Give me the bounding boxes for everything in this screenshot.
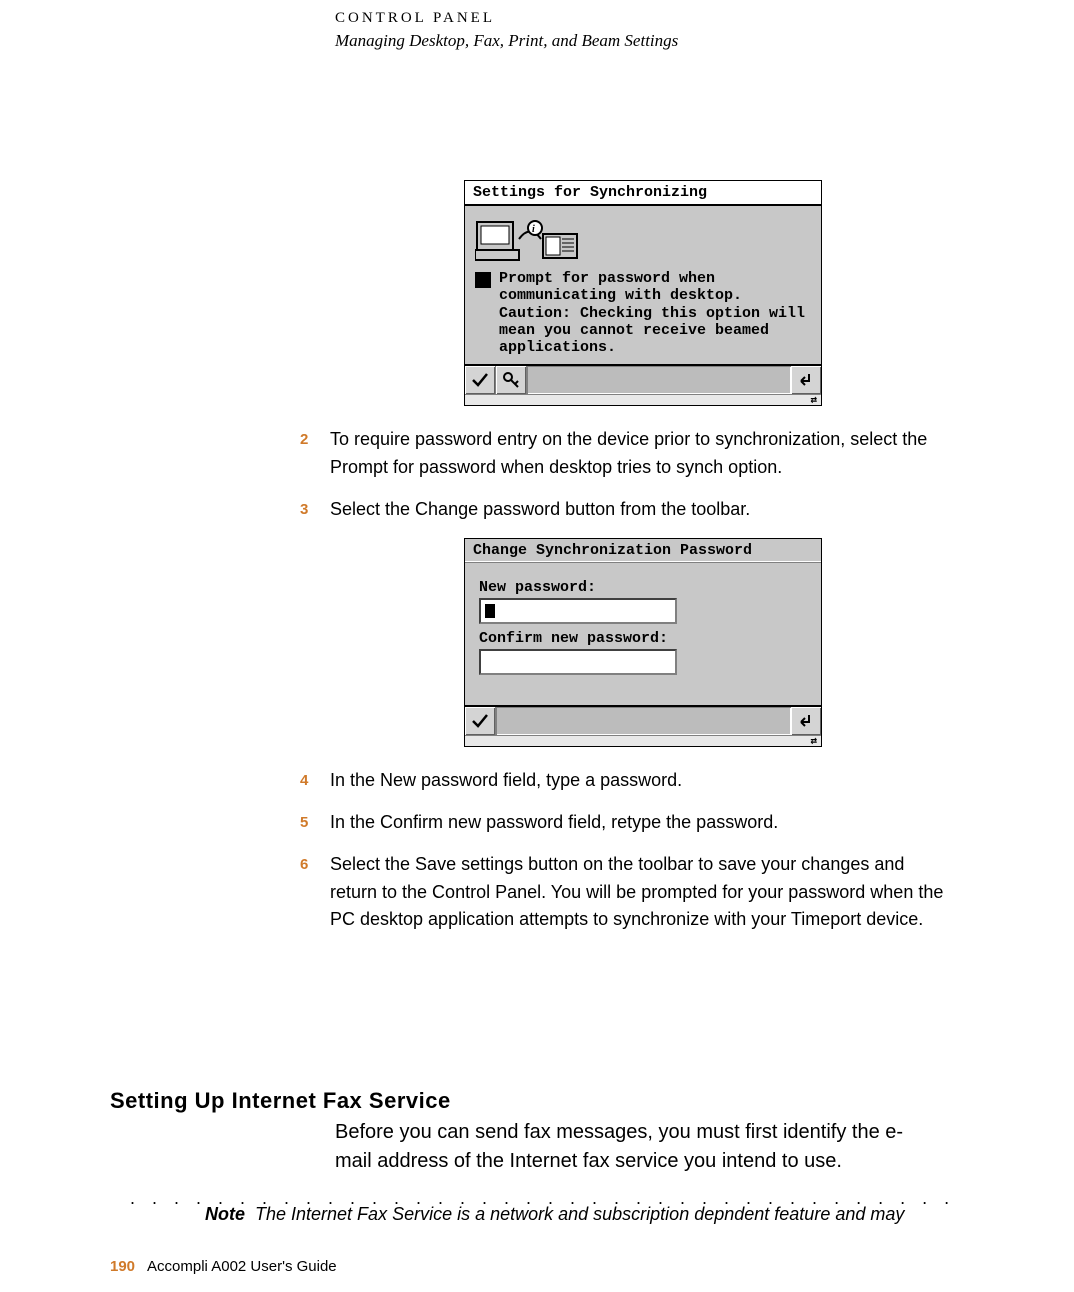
step-text: Select the Change password button from t… bbox=[330, 496, 950, 524]
dialog-toolbar bbox=[465, 364, 821, 394]
page-footer: 190 Accompli A002 User's Guide bbox=[110, 1258, 337, 1275]
step-text: In the New password field, type a passwo… bbox=[330, 767, 950, 795]
section-body: Before you can send fax messages, you mu… bbox=[335, 1118, 925, 1176]
key-icon bbox=[502, 371, 520, 389]
step-number: 4 bbox=[300, 767, 330, 795]
prompt-password-label: Prompt for password when communicating w… bbox=[499, 270, 811, 356]
book-title: Accompli A002 User's Guide bbox=[147, 1258, 337, 1275]
confirm-password-label: Confirm new password: bbox=[479, 630, 807, 647]
instruction-step: 5 In the Confirm new password field, ret… bbox=[300, 809, 950, 837]
confirm-password-input[interactable] bbox=[479, 649, 677, 675]
instruction-step: 3 Select the Change password button from… bbox=[300, 496, 950, 524]
checkmark-icon bbox=[471, 371, 489, 389]
note-block: Note The Internet Fax Service is a networ… bbox=[205, 1204, 904, 1225]
status-strip: ⇄ bbox=[465, 394, 821, 405]
instruction-step: 2 To require password entry on the devic… bbox=[300, 426, 950, 482]
save-settings-button[interactable] bbox=[465, 366, 496, 394]
back-button[interactable] bbox=[791, 366, 821, 394]
running-header: CONTROL PANEL Managing Desktop, Fax, Pri… bbox=[335, 10, 678, 51]
save-settings-button[interactable] bbox=[465, 707, 496, 735]
sync-illustration: i bbox=[475, 214, 811, 264]
dialog-title: Settings for Synchronizing bbox=[465, 181, 821, 206]
chapter-title: CONTROL PANEL bbox=[335, 10, 678, 27]
change-password-button[interactable] bbox=[496, 366, 527, 394]
step-number: 3 bbox=[300, 496, 330, 524]
chapter-subtitle: Managing Desktop, Fax, Print, and Beam S… bbox=[335, 31, 678, 51]
screenshot-sync-settings: Settings for Synchronizing i bbox=[464, 180, 822, 406]
status-strip: ⇄ bbox=[465, 735, 821, 746]
resize-grip-icon: ⇄ bbox=[810, 393, 817, 407]
pc-pda-sync-icon: i bbox=[475, 214, 585, 264]
page-number: 190 bbox=[110, 1258, 135, 1275]
text-cursor-icon bbox=[485, 604, 495, 618]
checkmark-icon bbox=[471, 712, 489, 730]
instruction-step: 6 Select the Save settings button on the… bbox=[300, 851, 950, 935]
back-button[interactable] bbox=[791, 707, 821, 735]
back-arrow-icon bbox=[797, 371, 815, 389]
step-number: 6 bbox=[300, 851, 330, 935]
screenshot-change-password: Change Synchronization Password New pass… bbox=[464, 538, 822, 747]
toolbar-spacer bbox=[527, 366, 791, 394]
step-text: To require password entry on the device … bbox=[330, 426, 950, 482]
note-label: Note bbox=[205, 1204, 245, 1224]
svg-text:i: i bbox=[532, 224, 535, 235]
instruction-step: 4 In the New password field, type a pass… bbox=[300, 767, 950, 795]
toolbar-spacer bbox=[496, 707, 791, 735]
main-content: Settings for Synchronizing i bbox=[300, 180, 950, 948]
new-password-input[interactable] bbox=[479, 598, 677, 624]
dialog-title: Change Synchronization Password bbox=[465, 539, 821, 563]
back-arrow-icon bbox=[797, 712, 815, 730]
step-number: 2 bbox=[300, 426, 330, 482]
new-password-label: New password: bbox=[479, 579, 807, 596]
step-text: In the Confirm new password field, retyp… bbox=[330, 809, 950, 837]
note-text: The Internet Fax Service is a network an… bbox=[255, 1204, 904, 1224]
dialog-toolbar bbox=[465, 705, 821, 735]
section-heading: Setting Up Internet Fax Service bbox=[110, 1088, 451, 1114]
step-number: 5 bbox=[300, 809, 330, 837]
prompt-password-checkbox[interactable] bbox=[475, 272, 491, 288]
resize-grip-icon: ⇄ bbox=[810, 734, 817, 748]
step-text: Select the Save settings button on the t… bbox=[330, 851, 950, 935]
